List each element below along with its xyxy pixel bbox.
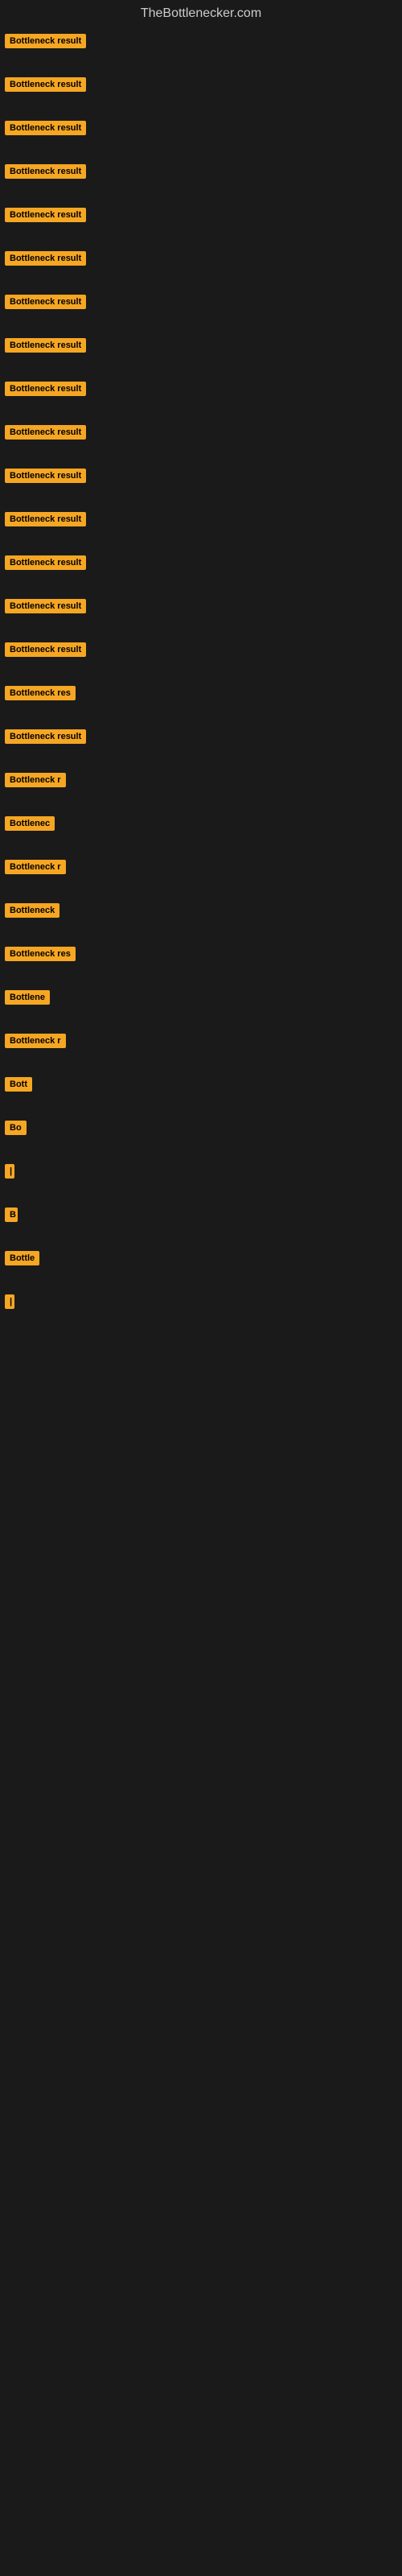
bottleneck-badge[interactable]: B bbox=[5, 1208, 18, 1222]
bottleneck-badge[interactable]: Bottleneck res bbox=[5, 686, 76, 700]
list-item: Bottleneck result bbox=[5, 34, 397, 48]
list-item: Bottleneck result bbox=[5, 469, 397, 483]
bottleneck-badge[interactable]: Bottleneck result bbox=[5, 338, 86, 353]
list-item: Bottleneck result bbox=[5, 208, 397, 222]
list-item: Bottleneck result bbox=[5, 295, 397, 309]
bottleneck-badge[interactable]: Bottlene bbox=[5, 990, 50, 1005]
list-item: Bottleneck result bbox=[5, 642, 397, 657]
list-item: Bottleneck result bbox=[5, 599, 397, 613]
bottleneck-badge[interactable]: Bottleneck result bbox=[5, 77, 86, 92]
bottleneck-badge[interactable]: Bottleneck bbox=[5, 903, 59, 918]
list-item: Bottlene bbox=[5, 990, 397, 1005]
list-item: | bbox=[5, 1294, 397, 1309]
bottleneck-badge[interactable]: Bottleneck res bbox=[5, 947, 76, 961]
list-item: Bottleneck result bbox=[5, 512, 397, 526]
list-item: Bo bbox=[5, 1121, 397, 1135]
items-container: Bottleneck result Bottleneck result Bottle… bbox=[0, 27, 402, 1335]
list-item: Bottleneck bbox=[5, 903, 397, 918]
bottleneck-badge[interactable]: Bottleneck result bbox=[5, 295, 86, 309]
bottleneck-badge[interactable]: | bbox=[5, 1294, 14, 1309]
bottleneck-badge[interactable]: Bottleneck result bbox=[5, 729, 86, 744]
bottleneck-badge[interactable]: Bottleneck r bbox=[5, 1034, 66, 1048]
bottleneck-badge[interactable]: Bottleneck result bbox=[5, 34, 86, 48]
bottleneck-badge[interactable]: Bottleneck result bbox=[5, 512, 86, 526]
list-item: Bottleneck r bbox=[5, 1034, 397, 1048]
bottleneck-badge[interactable]: Bottleneck result bbox=[5, 382, 86, 396]
list-item: Bottleneck result bbox=[5, 425, 397, 440]
bottleneck-badge[interactable]: Bottleneck r bbox=[5, 773, 66, 787]
list-item: Bottleneck result bbox=[5, 555, 397, 570]
bottleneck-badge[interactable]: | bbox=[5, 1164, 14, 1179]
list-item: Bottleneck result bbox=[5, 338, 397, 353]
list-item: Bottleneck result bbox=[5, 729, 397, 744]
list-item: Bottleneck res bbox=[5, 947, 397, 961]
bottleneck-badge[interactable]: Bottleneck result bbox=[5, 164, 86, 179]
site-title: TheBottlenecker.com bbox=[0, 0, 402, 27]
list-item: Bottleneck result bbox=[5, 121, 397, 135]
bottleneck-badge[interactable]: Bottleneck result bbox=[5, 555, 86, 570]
list-item: Bottleneck result bbox=[5, 77, 397, 92]
bottleneck-badge[interactable]: Bottle bbox=[5, 1251, 39, 1265]
list-item: | bbox=[5, 1164, 397, 1179]
bottleneck-badge[interactable]: Bottleneck result bbox=[5, 251, 86, 266]
bottleneck-badge[interactable]: Bottleneck result bbox=[5, 208, 86, 222]
bottleneck-badge[interactable]: Bo bbox=[5, 1121, 27, 1135]
list-item: Bottle bbox=[5, 1251, 397, 1265]
list-item: Bottleneck result bbox=[5, 164, 397, 179]
list-item: Bottleneck result bbox=[5, 382, 397, 396]
list-item: Bottlenec bbox=[5, 816, 397, 831]
list-item: B bbox=[5, 1208, 397, 1222]
bottleneck-badge[interactable]: Bottlenec bbox=[5, 816, 55, 831]
list-item: Bottleneck res bbox=[5, 686, 397, 700]
bottleneck-badge[interactable]: Bottleneck result bbox=[5, 121, 86, 135]
bottleneck-badge[interactable]: Bottleneck result bbox=[5, 425, 86, 440]
bottleneck-badge[interactable]: Bottleneck result bbox=[5, 469, 86, 483]
list-item: Bottleneck result bbox=[5, 251, 397, 266]
list-item: Bottleneck r bbox=[5, 860, 397, 874]
bottleneck-badge[interactable]: Bottleneck r bbox=[5, 860, 66, 874]
list-item: Bottleneck r bbox=[5, 773, 397, 787]
bottleneck-badge[interactable]: Bottleneck result bbox=[5, 599, 86, 613]
list-item: Bott bbox=[5, 1077, 397, 1092]
bottleneck-badge[interactable]: Bottleneck result bbox=[5, 642, 86, 657]
bottleneck-badge[interactable]: Bott bbox=[5, 1077, 32, 1092]
